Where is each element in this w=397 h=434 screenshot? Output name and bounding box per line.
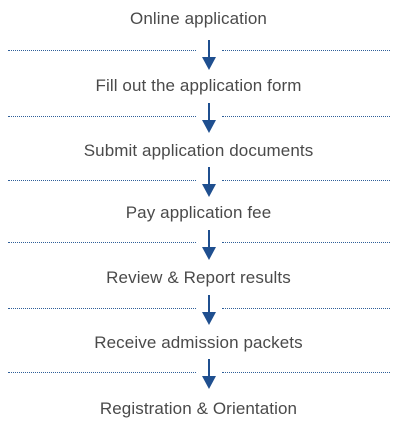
dotted-divider-left — [8, 180, 196, 181]
dotted-divider-left — [8, 242, 196, 243]
dotted-divider-right — [222, 180, 390, 181]
dotted-divider-right — [222, 116, 390, 117]
down-arrow-icon — [202, 295, 216, 325]
down-arrow-icon — [202, 103, 216, 133]
down-arrow-icon — [202, 40, 216, 70]
step-registration-orientation: Registration & Orientation — [99, 399, 298, 418]
application-process-flowchart: Online application Fill out the applicat… — [0, 0, 397, 434]
dotted-divider-left — [8, 116, 196, 117]
dotted-divider-right — [222, 308, 390, 309]
step-pay-application-fee: Pay application fee — [125, 203, 272, 222]
dotted-divider-right — [222, 242, 390, 243]
step-fill-out-application-form: Fill out the application form — [95, 76, 302, 95]
dotted-divider-left — [8, 50, 196, 51]
dotted-divider-left — [8, 308, 196, 309]
step-receive-admission-packets: Receive admission packets — [94, 333, 303, 352]
step-submit-application-documents: Submit application documents — [83, 141, 314, 160]
down-arrow-icon — [202, 167, 216, 197]
step-review-report-results: Review & Report results — [106, 268, 291, 287]
dotted-divider-left — [8, 372, 196, 373]
dotted-divider-right — [222, 50, 390, 51]
dotted-divider-right — [222, 372, 390, 373]
down-arrow-icon — [202, 359, 216, 389]
down-arrow-icon — [202, 230, 216, 260]
step-online-application: Online application — [130, 9, 267, 28]
